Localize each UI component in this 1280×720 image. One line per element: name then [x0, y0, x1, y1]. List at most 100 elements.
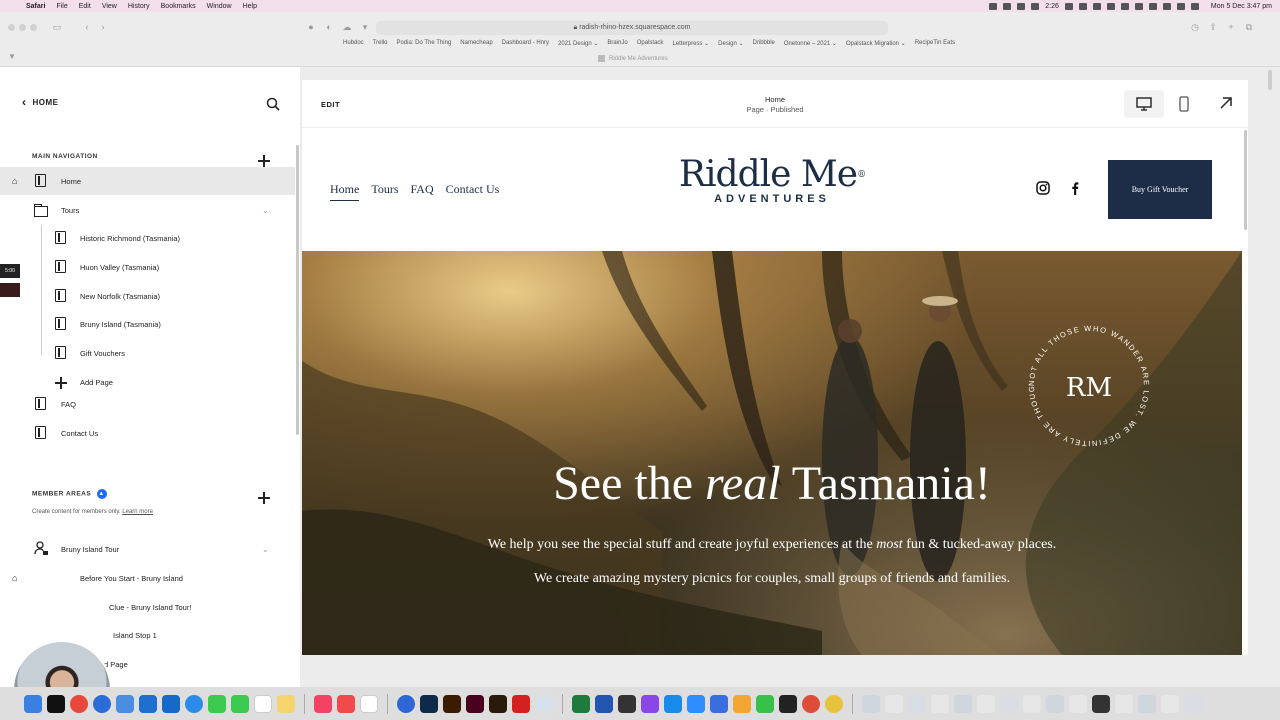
site-logo[interactable]: Riddle Me® ADVENTURES — [647, 155, 897, 206]
tray-icon[interactable] — [1017, 2, 1026, 10]
bookmark-item[interactable]: Hubdoc — [343, 40, 364, 47]
calendar-icon[interactable] — [254, 694, 272, 713]
app-icon[interactable] — [93, 694, 111, 713]
search-icon[interactable] — [1176, 2, 1185, 10]
battery-icon[interactable] — [1162, 2, 1171, 10]
menu-file[interactable]: File — [56, 3, 67, 10]
info-badge-icon[interactable]: ▲ — [96, 489, 107, 499]
bookmark-item[interactable]: Dribbble — [753, 40, 775, 47]
nav-item-new-norfolk[interactable]: New Norfolk (Tasmania) — [0, 282, 295, 310]
app-store-icon[interactable] — [664, 694, 682, 713]
shield-icon[interactable]: ◐ — [324, 22, 334, 32]
extension-icon[interactable]: ☁ — [342, 22, 352, 32]
sidebar-toggle-icon[interactable]: ▭ — [52, 22, 62, 32]
tray-icon[interactable] — [1134, 2, 1143, 10]
active-tab[interactable]: Riddle Me Adventures — [598, 55, 668, 62]
tray-icon[interactable] — [989, 2, 998, 10]
music-icon[interactable] — [314, 694, 332, 713]
facetime-icon[interactable] — [231, 694, 249, 713]
numbers-icon[interactable] — [756, 694, 774, 713]
finder-icon[interactable] — [24, 694, 42, 713]
menu-history[interactable]: History — [128, 3, 150, 10]
app-icon[interactable] — [139, 694, 157, 713]
app-icon[interactable] — [710, 694, 728, 713]
nav-item-bruny-island[interactable]: Bruny Island (Tasmania) — [0, 310, 295, 338]
tab-overview-icon[interactable]: ⧉ — [1244, 22, 1254, 32]
zoom-window-button[interactable] — [30, 24, 37, 31]
menu-help[interactable]: Help — [243, 3, 257, 10]
site-nav-faq[interactable]: FAQ — [411, 182, 434, 201]
minimize-window-button[interactable] — [19, 24, 26, 31]
illustrator-icon[interactable] — [443, 694, 461, 713]
tray-icon[interactable] — [1120, 2, 1129, 10]
back-arrow-icon[interactable]: ‹ — [82, 22, 92, 32]
nav-item-huon-valley[interactable]: Huon Valley (Tasmania) — [0, 253, 295, 281]
desktop-view-button[interactable] — [1124, 90, 1164, 118]
record-widget-icon[interactable] — [0, 283, 20, 297]
tray-icon[interactable] — [1092, 2, 1101, 10]
tray-icon[interactable] — [1003, 2, 1012, 10]
app-icon[interactable] — [733, 694, 751, 713]
buy-gift-voucher-button[interactable]: Buy Gift Voucher — [1108, 160, 1212, 219]
member-item-bruny-island-tour[interactable]: Bruny Island Tour ⌄ — [0, 535, 295, 563]
app-icon[interactable] — [337, 694, 355, 713]
menu-bookmarks[interactable]: Bookmarks — [161, 3, 196, 10]
app-icon[interactable] — [779, 694, 797, 713]
nav-item-historic-richmond[interactable]: Historic Richmond (Tasmania) — [0, 224, 295, 252]
app-icon[interactable] — [397, 694, 415, 713]
open-external-arrow-icon[interactable] — [1218, 95, 1234, 111]
app-icon[interactable] — [70, 694, 88, 713]
window-scrollbar[interactable] — [1268, 70, 1272, 90]
folder-icon[interactable] — [1161, 694, 1179, 713]
chrome-icon[interactable] — [802, 694, 820, 713]
bookmark-item[interactable]: Opalstack — [637, 40, 664, 47]
photoshop-icon[interactable] — [420, 694, 438, 713]
bookmark-item[interactable]: Dashboard - Hnry — [502, 40, 549, 47]
folder-icon[interactable] — [1115, 694, 1133, 713]
close-window-button[interactable] — [8, 24, 15, 31]
app-icon[interactable] — [1092, 694, 1110, 713]
learn-more-link[interactable]: Learn more — [122, 509, 153, 515]
site-nav-tours[interactable]: Tours — [371, 182, 398, 201]
new-tab-icon[interactable]: + — [1226, 22, 1236, 32]
tray-icon[interactable] — [1031, 2, 1040, 10]
bookmark-item[interactable]: BrainJo — [607, 40, 627, 47]
instagram-icon[interactable] — [1036, 181, 1050, 195]
indesign-icon[interactable] — [466, 694, 484, 713]
add-nav-item-button[interactable] — [258, 155, 270, 167]
share-icon[interactable]: ⇪ — [1208, 22, 1218, 32]
folder-icon[interactable] — [1069, 694, 1087, 713]
folder-icon[interactable] — [1138, 694, 1156, 713]
preview-scrollbar[interactable] — [1244, 130, 1247, 230]
menubar-clock[interactable]: Mon 5 Dec 3:47 pm — [1211, 3, 1272, 10]
notes-icon[interactable] — [277, 694, 295, 713]
app-icon[interactable] — [47, 694, 65, 713]
folder-icon[interactable] — [954, 694, 972, 713]
nav-item-gift-vouchers[interactable]: Gift Vouchers — [0, 339, 295, 367]
panel-scrollbar[interactable] — [296, 145, 299, 435]
tray-timer[interactable]: 2:26 — [1045, 3, 1059, 10]
wifi-icon[interactable] — [1148, 2, 1157, 10]
trash-icon[interactable] — [1184, 694, 1202, 713]
bookmark-item[interactable]: Onetonne – 2021 ⌄ — [784, 40, 837, 47]
search-icon[interactable] — [266, 97, 280, 111]
extension-icon[interactable]: ● — [306, 22, 316, 32]
chevron-down-icon[interactable]: ⌄ — [262, 545, 269, 554]
forward-arrow-icon[interactable]: › — [98, 22, 108, 32]
slack-icon[interactable] — [360, 694, 378, 713]
folder-icon[interactable] — [1000, 694, 1018, 713]
apple-icon[interactable] — [8, 2, 16, 10]
bookmark-item[interactable]: Letterpress ⌄ — [672, 40, 709, 47]
bookmark-item[interactable]: Podia: Do The Thing — [396, 40, 451, 47]
bookmark-item[interactable]: Design ⌄ — [718, 40, 743, 47]
control-center-icon[interactable] — [1190, 2, 1199, 10]
bookmark-item[interactable]: Opalstack Migration ⌄ — [846, 40, 906, 47]
word-icon[interactable] — [595, 694, 613, 713]
app-icon[interactable] — [162, 694, 180, 713]
tray-icon[interactable] — [1106, 2, 1115, 10]
tray-icon[interactable] — [1078, 2, 1087, 10]
creative-cloud-icon[interactable] — [535, 694, 553, 713]
folder-icon[interactable] — [885, 694, 903, 713]
add-member-area-button[interactable] — [258, 492, 270, 504]
site-nav-home[interactable]: Home — [330, 182, 360, 201]
